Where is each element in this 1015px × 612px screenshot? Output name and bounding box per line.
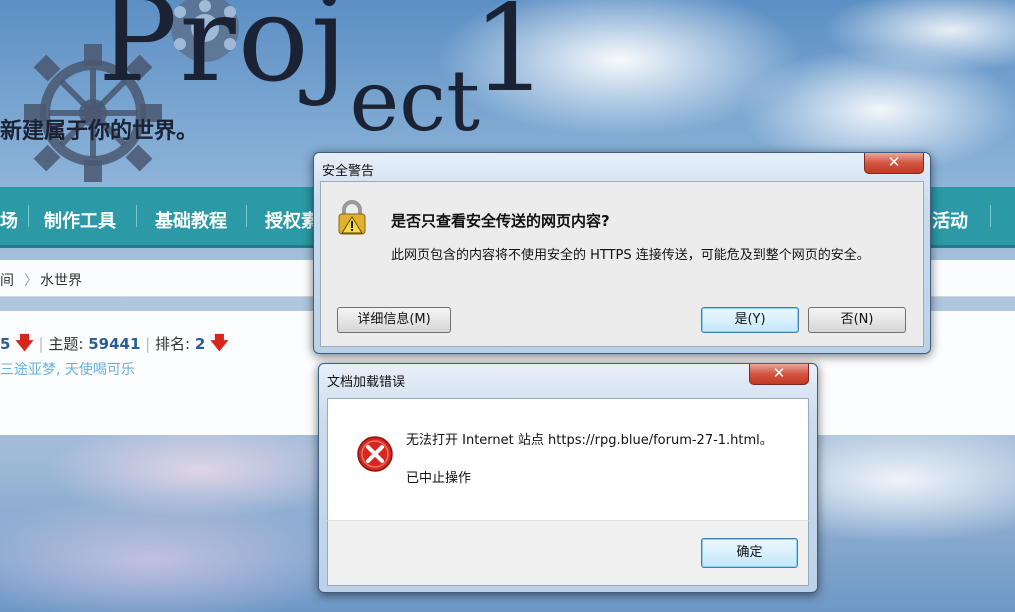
no-button[interactable]: 否(N) [808, 307, 906, 333]
lock-warning-icon [338, 200, 366, 235]
nav-divider [136, 205, 137, 227]
error-icon [357, 436, 393, 472]
topics-value: 59441 [88, 335, 141, 353]
nav-item-0[interactable]: 场 [0, 207, 18, 233]
topics-label: 主题: [48, 335, 84, 353]
dialog-title: 安全警告 [322, 164, 375, 179]
nav-item-licensed[interactable]: 授权素 [265, 207, 319, 233]
dialog-question: 是否只查看安全传送的网页内容? [391, 212, 610, 230]
stat-divider: | [38, 335, 44, 353]
close-button[interactable]: ✕ [749, 364, 809, 385]
nav-item-events[interactable]: 活动 [932, 207, 968, 233]
stat-divider: | [145, 335, 151, 353]
close-button[interactable]: ✕ [864, 153, 924, 174]
site-slogan: 新建属于你的世界。 [0, 119, 199, 144]
yes-button[interactable]: 是(Y) [701, 307, 799, 333]
breadcrumb-item[interactable]: 间 [0, 270, 14, 290]
details-button[interactable]: 详细信息(M) [337, 307, 451, 333]
dialog-message: 此网页包含的内容将不使用安全的 HTTPS 连接传送，可能危及到整个网页的安全。 [391, 248, 870, 263]
breadcrumb-separator: 〉 [24, 273, 38, 289]
ok-button[interactable]: 确定 [701, 538, 798, 568]
nav-divider [246, 205, 247, 227]
arrow-down-icon: 🡇 [15, 333, 34, 354]
security-warning-dialog: 安全警告 ✕ 是否只查看安全传送的网页内容? 此网页包含的内容将不使用安全的 H… [313, 152, 931, 354]
site-logo-text: Project [98, 0, 480, 150]
load-error-dialog: 文档加载错误 ✕ 无法打开 Internet 站点 https://rpg.bl… [318, 363, 818, 593]
rank-value: 2 [194, 335, 206, 353]
arrow-down-icon: 🡇 [210, 333, 229, 354]
breadcrumb-current[interactable]: 水世界 [40, 270, 82, 290]
site-logo-number: 1 [472, 0, 549, 119]
forum-stats-row: 5 🡇 | 主题: 59441 | 排名: 2 🡇 [0, 331, 229, 361]
moderator-links[interactable]: 三途亚梦, 天使喝可乐 [0, 359, 135, 379]
dialog-body: 是否只查看安全传送的网页内容? 此网页包含的内容将不使用安全的 HTTPS 连接… [320, 181, 924, 347]
nav-divider [990, 205, 991, 227]
rank-label: 排名: [155, 335, 191, 353]
error-message: 无法打开 Internet 站点 https://rpg.blue/forum-… [406, 433, 773, 448]
stat-value: 5 [0, 335, 11, 353]
dialog-title: 文档加载错误 [327, 375, 406, 390]
nav-item-tutorials[interactable]: 基础教程 [155, 207, 227, 233]
error-sub-message: 已中止操作 [406, 471, 472, 486]
nav-item-tools[interactable]: 制作工具 [44, 207, 116, 233]
dialog-footer: 确定 [327, 520, 809, 586]
nav-divider [28, 205, 29, 227]
site-logo-text-small: ect [349, 52, 480, 150]
dialog-body: 无法打开 Internet 站点 https://rpg.blue/forum-… [327, 398, 809, 521]
